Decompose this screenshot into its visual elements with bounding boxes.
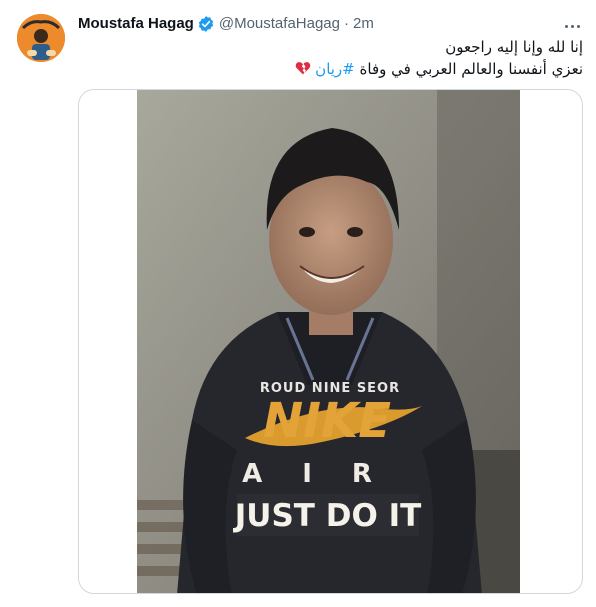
avatar-illustration	[17, 14, 65, 62]
tweet-text-line-2: نعزي أنفسنا والعالم العربي في وفاة #ريان	[78, 58, 583, 80]
user-handle[interactable]: @MoustafaHagag	[219, 14, 340, 34]
tweet-text-line-2-body: نعزي أنفسنا والعالم العربي في وفاة	[359, 60, 583, 78]
tweet[interactable]: Moustafa Hagag @MoustafaHagag · 2m إنا ل…	[0, 0, 596, 607]
broken-heart-icon	[295, 60, 311, 76]
display-name[interactable]: Moustafa Hagag	[78, 14, 194, 34]
timestamp[interactable]: 2m	[353, 14, 374, 34]
photo-boy-in-hoodie[interactable]: ROUD NINE SEOR NIKE AIR JUST DO IT	[137, 90, 520, 593]
verified-badge-icon	[197, 15, 215, 33]
separator-dot: ·	[344, 15, 349, 32]
more-options-icon[interactable]	[560, 16, 584, 36]
svg-text:NIKE: NIKE	[263, 393, 391, 449]
tweet-text: إنا لله وإنا إليه راجعون نعزي أنفسنا وال…	[78, 36, 583, 80]
hashtag-link[interactable]: #ريان	[315, 60, 355, 78]
avatar[interactable]	[17, 14, 65, 62]
tweet-header: Moustafa Hagag @MoustafaHagag · 2m	[78, 14, 374, 34]
svg-text:JUST DO IT: JUST DO IT	[233, 498, 422, 534]
svg-text:AIR: AIR	[242, 459, 412, 489]
tweet-text-line-1: إنا لله وإنا إليه راجعون	[445, 38, 583, 56]
tweet-media[interactable]: ROUD NINE SEOR NIKE AIR JUST DO IT	[78, 89, 583, 594]
